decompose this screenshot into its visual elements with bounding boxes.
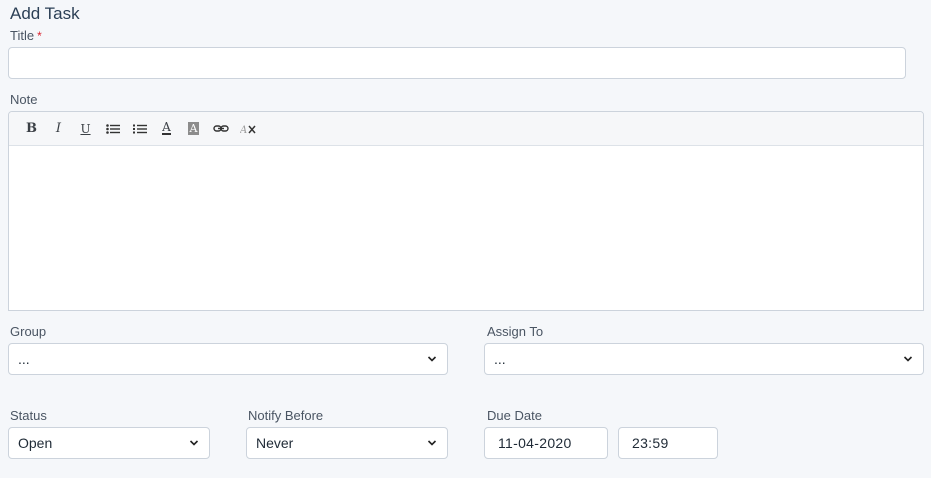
note-editor-content[interactable] — [9, 146, 923, 310]
assign-to-value: ... — [494, 351, 506, 367]
numbered-list-icon[interactable] — [126, 118, 153, 140]
note-label: Note — [10, 92, 38, 107]
link-icon[interactable] — [207, 118, 234, 140]
chevron-down-icon — [427, 440, 437, 446]
status-select[interactable]: Open — [8, 427, 210, 459]
due-date-label: Due Date — [487, 408, 542, 423]
assign-to-label: Assign To — [487, 324, 544, 339]
due-time-value: 23:59 — [632, 435, 669, 451]
due-date-value: 11-04-2020 — [498, 435, 572, 451]
notify-before-select[interactable]: Never — [246, 427, 448, 459]
notify-before-label: Notify Before — [248, 408, 324, 423]
svg-text:A: A — [240, 125, 247, 135]
text-color-icon[interactable]: A — [153, 118, 180, 140]
chevron-down-icon — [427, 356, 437, 362]
title-label-text: Title — [10, 28, 35, 43]
notify-before-value: Never — [256, 435, 294, 451]
status-label: Status — [10, 408, 47, 423]
italic-icon[interactable]: I — [45, 118, 72, 140]
note-editor: B I U A A A — [8, 111, 924, 311]
background-color-icon[interactable]: A — [180, 118, 207, 140]
chevron-down-icon — [903, 356, 913, 362]
clear-formatting-icon[interactable]: A — [234, 118, 261, 140]
editor-toolbar: B I U A A A — [9, 112, 923, 146]
group-value: ... — [18, 351, 30, 367]
required-marker: * — [37, 29, 42, 43]
title-label: Title * — [10, 28, 42, 43]
bulleted-list-icon[interactable] — [99, 118, 126, 140]
due-date-input[interactable]: 11-04-2020 — [484, 427, 608, 459]
group-select[interactable]: ... — [8, 343, 448, 375]
group-label: Group — [10, 324, 47, 339]
bold-icon[interactable]: B — [18, 118, 45, 140]
assign-to-select[interactable]: ... — [484, 343, 924, 375]
chevron-down-icon — [189, 440, 199, 446]
due-time-input[interactable]: 23:59 — [618, 427, 718, 459]
title-input[interactable] — [8, 47, 906, 79]
underline-icon[interactable]: U — [72, 118, 99, 140]
status-value: Open — [18, 435, 53, 451]
page-title: Add Task — [10, 4, 80, 23]
